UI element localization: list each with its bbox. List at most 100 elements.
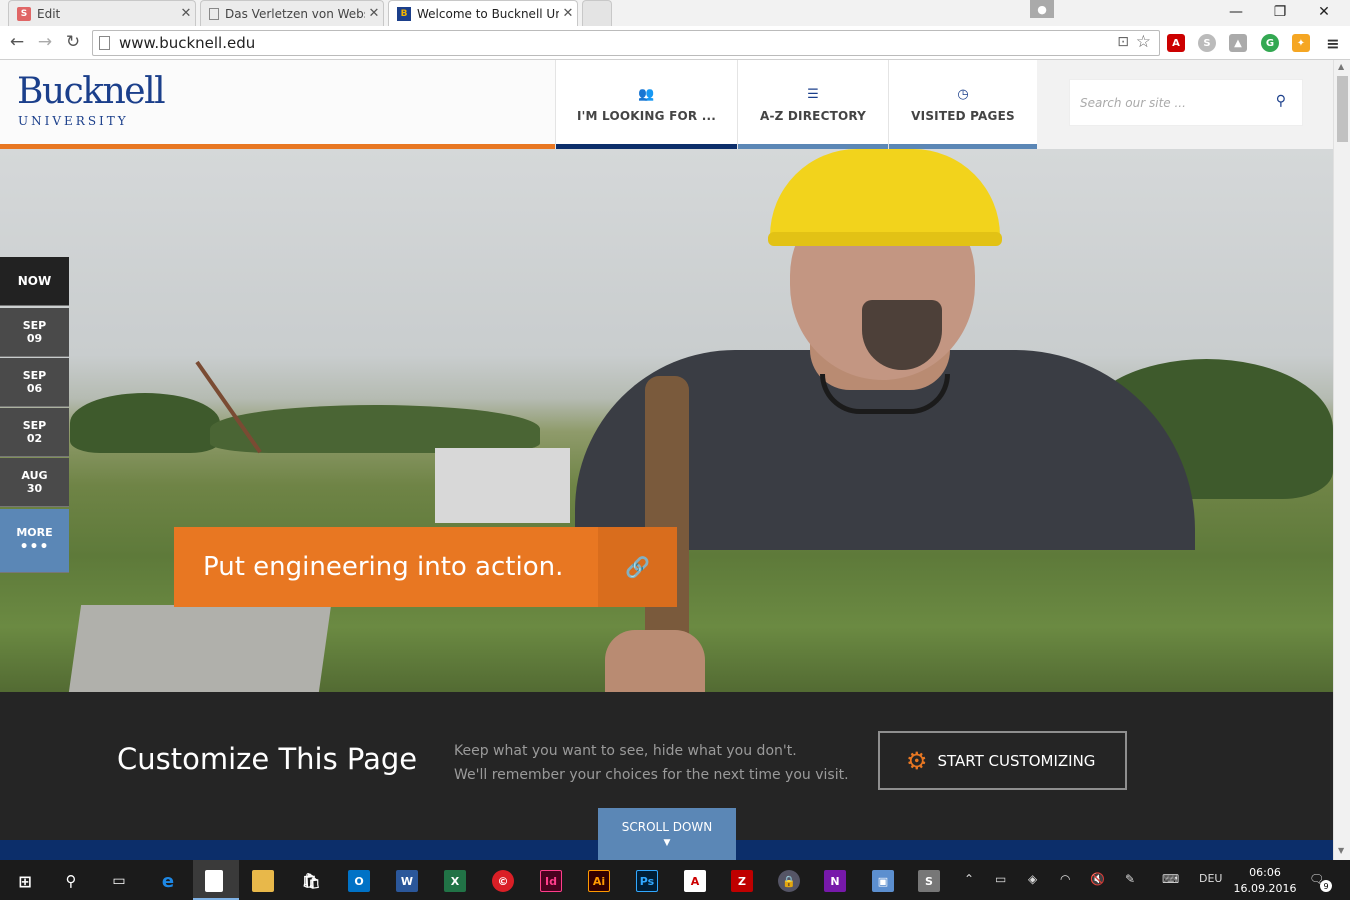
window-close-icon[interactable]: ✕	[1302, 0, 1346, 24]
search-icon[interactable]: ⚲	[1276, 93, 1286, 109]
keepass-icon[interactable]: 🔒	[778, 870, 800, 892]
word-icon[interactable]: W	[396, 870, 418, 892]
browser-tab-strip: S Edit ✕ Das Verletzen von Website ✕ B W…	[0, 0, 1350, 26]
drive-extension-icon[interactable]: ▲	[1229, 34, 1247, 52]
translate-icon[interactable]: ⊡	[1117, 34, 1129, 50]
restore-icon[interactable]: ❐	[1258, 0, 1302, 24]
clock-date: 16.09.2016	[1233, 882, 1297, 895]
close-icon[interactable]: ✕	[559, 6, 577, 21]
profile-icon[interactable]: ●	[1030, 0, 1054, 18]
close-icon[interactable]: ✕	[365, 6, 383, 21]
store-icon[interactable]: 🛍	[300, 870, 322, 892]
pen-icon[interactable]: ✎	[1125, 872, 1135, 886]
nav-looking-for[interactable]: 👥 I'M LOOKING FOR ...	[555, 60, 737, 149]
events-more-button[interactable]: MORE •••	[0, 509, 69, 573]
hero-image	[0, 149, 1333, 692]
reload-icon[interactable]: ↻	[62, 31, 84, 53]
remote-desktop-icon[interactable]: ▣	[872, 870, 894, 892]
dots-icon: •••	[19, 538, 50, 555]
bucknell-favicon-icon: B	[397, 6, 411, 21]
hand	[605, 630, 705, 692]
logo[interactable]: Bucknell	[17, 74, 166, 110]
scroll-thumb[interactable]	[1337, 76, 1348, 142]
notification-count: 9	[1320, 880, 1332, 892]
onenote-icon[interactable]: N	[824, 870, 846, 892]
battery-icon[interactable]: ▭	[995, 872, 1006, 886]
treeline	[70, 393, 220, 453]
page-favicon-icon	[209, 7, 219, 20]
skype-extension-icon[interactable]: S	[1198, 34, 1216, 52]
language-indicator[interactable]: DEU	[1199, 872, 1222, 885]
close-icon[interactable]: ✕	[177, 6, 195, 21]
page-scrollbar[interactable]: ▲ ▼	[1333, 60, 1350, 860]
event-day: 30	[26, 482, 43, 495]
outlook-icon[interactable]: O	[348, 870, 370, 892]
event-day: 02	[26, 432, 43, 445]
event-item[interactable]: AUG 30	[0, 458, 69, 507]
hero-cta[interactable]: Put engineering into action.	[174, 527, 598, 607]
tray-expand-icon[interactable]: ⌃	[964, 872, 974, 886]
event-item[interactable]: SEP 02	[0, 408, 69, 457]
nav-visited-pages[interactable]: ◷ VISITED PAGES	[888, 60, 1037, 149]
customize-desc-line: We'll remember your choices for the next…	[454, 767, 849, 783]
star-icon[interactable]: ☆	[1136, 32, 1151, 52]
start-customizing-button[interactable]: ⚙ START CUSTOMIZING	[878, 731, 1127, 790]
new-tab-button[interactable]	[582, 0, 612, 26]
scroll-down-icon[interactable]: ▼	[1338, 846, 1344, 855]
nav-label: I'M LOOKING FOR ...	[576, 108, 716, 123]
event-month: SEP	[22, 318, 47, 332]
event-month: NOW	[17, 273, 52, 288]
edge-icon[interactable]: e	[157, 870, 179, 892]
dropbox-icon[interactable]: ◈	[1028, 872, 1037, 886]
grammarly-extension-icon[interactable]: G	[1261, 34, 1279, 52]
excel-icon[interactable]: X	[444, 870, 466, 892]
illustrator-icon[interactable]: Ai	[588, 870, 610, 892]
creative-cloud-icon[interactable]: ©	[492, 870, 514, 892]
search-input[interactable]: Search our site ... ⚲	[1069, 79, 1303, 126]
clock[interactable]: 06:06 16.09.2016	[1230, 865, 1300, 897]
event-now[interactable]: NOW	[0, 257, 69, 306]
task-view-icon[interactable]: ▭	[108, 870, 130, 892]
acrobat-icon[interactable]: A	[684, 870, 706, 892]
acrobat-extension-icon[interactable]: A	[1167, 34, 1185, 52]
indesign-icon[interactable]: Id	[540, 870, 562, 892]
hardhat	[770, 149, 1000, 244]
event-item[interactable]: SEP 06	[0, 358, 69, 407]
filezilla-icon[interactable]: Z	[731, 870, 753, 892]
volume-muted-icon[interactable]: 🔇	[1090, 872, 1105, 886]
address-bar[interactable]: www.bucknell.edu ⊡ ☆	[92, 30, 1160, 56]
menu-icon[interactable]: ≡	[1324, 34, 1342, 53]
link-icon[interactable]: 🔗	[598, 527, 677, 607]
customize-desc-line: Keep what you want to see, hide what you…	[454, 743, 797, 759]
glasses	[820, 374, 950, 414]
hardhat-brim	[768, 232, 1002, 246]
photoshop-icon[interactable]: Ps	[636, 870, 658, 892]
document-icon[interactable]	[205, 870, 223, 892]
scroll-down-button[interactable]: SCROLL DOWN ▼	[598, 808, 736, 860]
tab-edit[interactable]: S Edit ✕	[8, 0, 196, 26]
back-arrow-icon[interactable]: ←	[6, 31, 28, 53]
url-text: www.bucknell.edu	[119, 34, 256, 52]
logo-subtitle: UNIVERSITY	[18, 114, 129, 128]
puzzle-extension-icon[interactable]: ✦	[1292, 34, 1310, 52]
nav-az-directory[interactable]: ☰ A-Z DIRECTORY	[737, 60, 888, 149]
tab-das-verletzen[interactable]: Das Verletzen von Website ✕	[200, 0, 384, 26]
app-icon[interactable]: S	[918, 870, 940, 892]
scroll-up-icon[interactable]: ▲	[1338, 62, 1344, 71]
search-icon[interactable]: ⚲	[60, 870, 82, 892]
forward-arrow-icon[interactable]: →	[34, 31, 56, 53]
event-item[interactable]: SEP 09	[0, 308, 69, 357]
tab-title: Welcome to Bucknell Univ	[417, 6, 559, 21]
file-explorer-icon[interactable]	[252, 870, 274, 892]
keyboard-icon[interactable]: ⌨	[1162, 872, 1179, 886]
windows-start-icon[interactable]: ⊞	[14, 870, 36, 892]
s-favicon-icon: S	[17, 6, 31, 21]
event-month: SEP	[22, 418, 47, 432]
nav-label: VISITED PAGES	[911, 108, 1015, 123]
page-icon	[99, 36, 110, 50]
chevron-down-icon: ▼	[663, 838, 671, 848]
tab-title: Das Verletzen von Website	[225, 6, 365, 21]
minimize-icon[interactable]: —	[1214, 0, 1258, 24]
tab-bucknell[interactable]: B Welcome to Bucknell Univ ✕	[388, 0, 578, 26]
wifi-icon[interactable]: ◠	[1060, 872, 1070, 886]
